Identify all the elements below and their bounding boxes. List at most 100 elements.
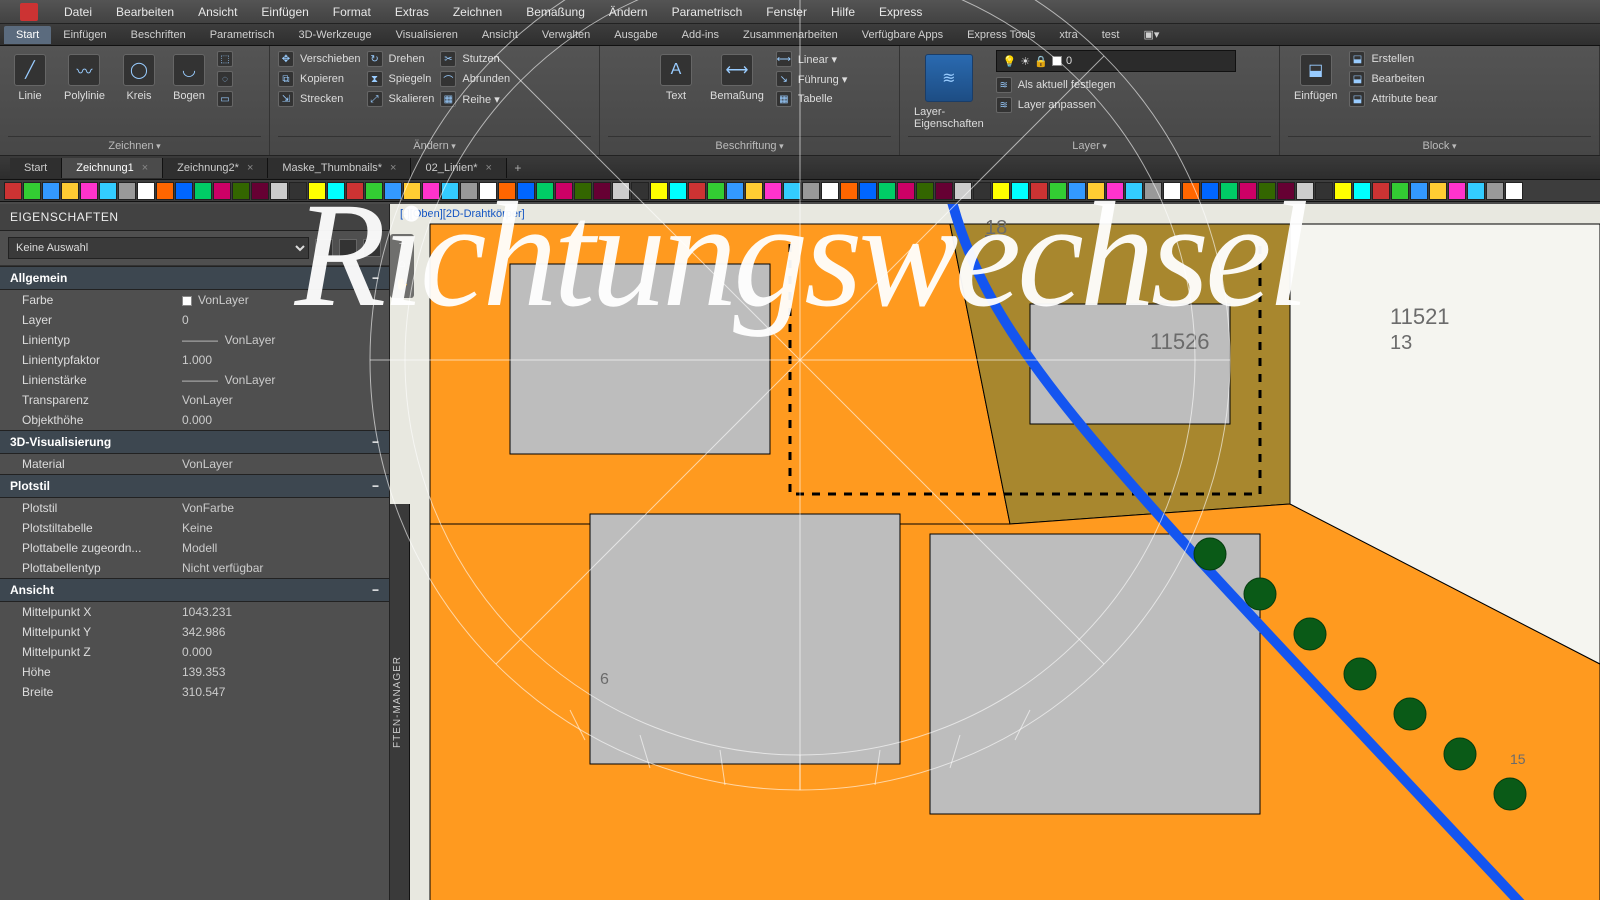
nav-home-icon[interactable]: ⌂ (394, 258, 410, 274)
dimension-button[interactable]: ⟷Bemaßung (704, 50, 770, 106)
ribbon-tab-visualisieren[interactable]: Visualisieren (384, 26, 470, 44)
prop-row[interactable]: PlottabellentypNicht verfügbar (0, 558, 389, 578)
toolbar-icon[interactable] (574, 182, 592, 200)
text-button[interactable]: AText (654, 50, 698, 106)
drehen-button[interactable]: ↻Drehen (367, 50, 435, 68)
ribbon-tab-express-tools[interactable]: Express Tools (955, 26, 1047, 44)
selection-dropdown[interactable]: Keine Auswahl (8, 237, 309, 259)
kopieren-button[interactable]: ⧉Kopieren (278, 70, 361, 88)
nav-hand-icon[interactable]: ✋ (394, 278, 410, 294)
ribbon-tab-start[interactable]: Start (4, 26, 51, 44)
toolbar-icon[interactable] (80, 182, 98, 200)
toolbar-icon[interactable] (1030, 182, 1048, 200)
polylinie-button[interactable]: 〰Polylinie (58, 50, 111, 106)
menu-zeichnen[interactable]: Zeichnen (441, 5, 514, 19)
doc-tab-zeichnung1[interactable]: Zeichnung1× (62, 158, 163, 178)
toolbar-icon[interactable] (289, 182, 307, 200)
select-objects-icon[interactable] (363, 239, 381, 257)
menu-hilfe[interactable]: Hilfe (819, 5, 867, 19)
toolbar-icon[interactable] (536, 182, 554, 200)
ribbon-tab-xtra[interactable]: xtra (1047, 26, 1089, 44)
toolbar-icon[interactable] (1163, 182, 1181, 200)
toolbar-icon[interactable] (631, 182, 649, 200)
toolbar-icon[interactable] (821, 182, 839, 200)
prop-row[interactable]: MaterialVonLayer (0, 454, 389, 474)
skalieren-button[interactable]: ⤢Skalieren (367, 90, 435, 108)
close-icon[interactable]: × (485, 162, 491, 174)
bogen-button[interactable]: ◡Bogen (167, 50, 211, 106)
ribbon-tab-ausgabe[interactable]: Ausgabe (602, 26, 669, 44)
toolbar-icon[interactable] (384, 182, 402, 200)
toolbar-icon[interactable] (1391, 182, 1409, 200)
prop-row[interactable]: Mittelpunkt X1043.231 (0, 602, 389, 622)
toolbar-icon[interactable] (555, 182, 573, 200)
linear-button[interactable]: ⟷Linear ▾ (776, 50, 848, 68)
ribbon-tab-parametrisch[interactable]: Parametrisch (198, 26, 287, 44)
toolbar-icon[interactable] (878, 182, 896, 200)
toolbar-icon[interactable] (61, 182, 79, 200)
draw-extra-button[interactable]: ▭ (217, 90, 233, 108)
toolbar-icon[interactable] (1410, 182, 1428, 200)
prop-row[interactable]: Mittelpunkt Z0.000 (0, 642, 389, 662)
toolbar-icon[interactable] (783, 182, 801, 200)
pickadd-icon[interactable] (339, 239, 357, 257)
prop-row[interactable]: Linienstärke——— VonLayer (0, 370, 389, 390)
toolbar-icon[interactable] (954, 182, 972, 200)
menu-format[interactable]: Format (321, 5, 383, 19)
toolbar-icon[interactable] (1220, 182, 1238, 200)
toolbar-icon[interactable] (232, 182, 250, 200)
menu-ändern[interactable]: Ändern (597, 5, 660, 19)
ribbon-tab-verwalten[interactable]: Verwalten (530, 26, 602, 44)
ribbon-tab-einfügen[interactable]: Einfügen (51, 26, 118, 44)
toolbar-icon[interactable] (1296, 182, 1314, 200)
toolbar-icon[interactable] (1087, 182, 1105, 200)
toolbar-icon[interactable] (365, 182, 383, 200)
menu-fenster[interactable]: Fenster (754, 5, 819, 19)
toolbar-icon[interactable] (1467, 182, 1485, 200)
toolbar-icon[interactable] (1125, 182, 1143, 200)
toolbar-icon[interactable] (745, 182, 763, 200)
block-bearbeiten-button[interactable]: ⬓Bearbeiten (1349, 70, 1437, 88)
toolbar-icon[interactable] (1182, 182, 1200, 200)
toolbar-icon[interactable] (479, 182, 497, 200)
toolbar-icon[interactable] (498, 182, 516, 200)
toolbar-icon[interactable] (441, 182, 459, 200)
toolbar-icon[interactable] (118, 182, 136, 200)
layer-dropdown[interactable]: 💡 ☀ 🔒 0 (996, 50, 1236, 72)
toolbar-icon[interactable] (916, 182, 934, 200)
toolbar-icon[interactable] (1049, 182, 1067, 200)
toolbar-icon[interactable] (1372, 182, 1390, 200)
toolbar-icon[interactable] (612, 182, 630, 200)
menu-extras[interactable]: Extras (383, 5, 441, 19)
prop-row[interactable]: Plottabelle zugeordn...Modell (0, 538, 389, 558)
toolbar-icon[interactable] (1277, 182, 1295, 200)
doc-tab-zeichnung2[interactable]: Zeichnung2*× (163, 158, 268, 178)
prop-row[interactable]: Linientypfaktor1.000 (0, 350, 389, 370)
doc-tab-start[interactable]: Start (10, 158, 62, 178)
prop-section-plotstil[interactable]: Plotstil− (0, 474, 389, 498)
toolbar-icon[interactable] (726, 182, 744, 200)
doc-tab-02linien[interactable]: 02_Linien*× (411, 158, 506, 178)
prop-row[interactable]: FarbeVonLayer (0, 290, 389, 310)
prop-section-3d-visualisierung[interactable]: 3D-Visualisierung− (0, 430, 389, 454)
verschieben-button[interactable]: ✥Verschieben (278, 50, 361, 68)
block-attribute-bear-button[interactable]: ⬓Attribute bear (1349, 90, 1437, 108)
workspace-switcher-icon[interactable]: ▣▾ (1131, 25, 1171, 44)
toolbar-icon[interactable] (137, 182, 155, 200)
prop-row[interactable]: Layer0 (0, 310, 389, 330)
toolbar-icon[interactable] (1201, 182, 1219, 200)
menu-bearbeiten[interactable]: Bearbeiten (104, 5, 186, 19)
toolbar-icon[interactable] (1068, 182, 1086, 200)
toolbar-icon[interactable] (859, 182, 877, 200)
quick-select-icon[interactable] (315, 239, 333, 257)
toolbar-icon[interactable] (1486, 182, 1504, 200)
strecken-button[interactable]: ⇲Strecken (278, 90, 361, 108)
spiegeln-button[interactable]: ⧗Spiegeln (367, 70, 435, 88)
block-erstellen-button[interactable]: ⬓Erstellen (1349, 50, 1437, 68)
toolbar-icon[interactable] (156, 182, 174, 200)
prop-row[interactable]: Mittelpunkt Y342.986 (0, 622, 389, 642)
layer-properties-button[interactable]: ≋Layer- Eigenschaften (908, 50, 990, 134)
toolbar-icon[interactable] (346, 182, 364, 200)
toolbar-icon[interactable] (213, 182, 231, 200)
toolbar-icon[interactable] (650, 182, 668, 200)
